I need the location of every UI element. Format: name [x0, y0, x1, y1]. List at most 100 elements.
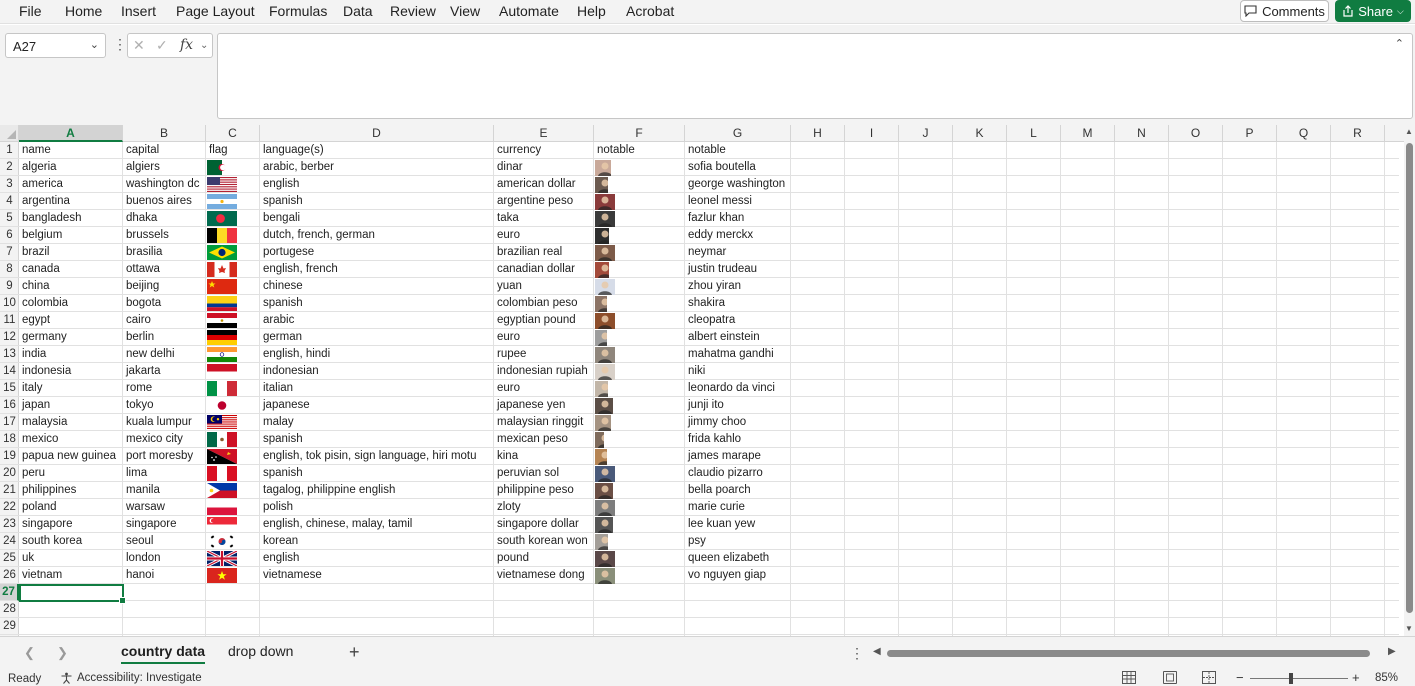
more-options-icon[interactable]: ⋮	[113, 36, 127, 53]
cell-notable[interactable]: psy	[685, 533, 791, 550]
column-header-e[interactable]: E	[494, 125, 594, 142]
notable-photo-image[interactable]	[595, 296, 607, 312]
cell-capital[interactable]: lima	[123, 465, 206, 482]
notable-photo-image[interactable]	[595, 245, 621, 261]
cell-capital[interactable]: kuala lumpur	[123, 414, 206, 431]
cell-capital[interactable]: ottawa	[123, 261, 206, 278]
row-header-7[interactable]: 7	[0, 244, 19, 261]
notable-photo-image[interactable]	[595, 381, 608, 397]
cell-name[interactable]: canada	[19, 261, 123, 278]
cell-notable[interactable]: queen elizabeth	[685, 550, 791, 567]
cell-notable[interactable]: junji ito	[685, 397, 791, 414]
flag-algeria-image[interactable]	[207, 160, 237, 178]
notable-photo-image[interactable]	[595, 432, 604, 448]
cell-currency[interactable]: indonesian rupiah	[494, 363, 594, 380]
cell-currency[interactable]: malaysian ringgit	[494, 414, 594, 431]
column-header-c[interactable]: C	[206, 125, 260, 142]
menu-insert[interactable]: Insert	[121, 3, 156, 19]
header-cell-a[interactable]: name	[19, 142, 123, 159]
cell-notable[interactable]: neymar	[685, 244, 791, 261]
cell-notable[interactable]: marie curie	[685, 499, 791, 516]
cell-language[interactable]: spanish	[260, 295, 494, 312]
select-all-button[interactable]	[0, 125, 19, 142]
cell-language[interactable]: arabic	[260, 312, 494, 329]
cell-name[interactable]: poland	[19, 499, 123, 516]
cell-name[interactable]: malaysia	[19, 414, 123, 431]
cell-currency[interactable]: euro	[494, 329, 594, 346]
cell-currency[interactable]: egyptian pound	[494, 312, 594, 329]
row-header-2[interactable]: 2	[0, 159, 19, 176]
cell-name[interactable]: indonesia	[19, 363, 123, 380]
scroll-up-arrow-icon[interactable]: ▲	[1405, 127, 1413, 136]
cell-capital[interactable]: brasilia	[123, 244, 206, 261]
notable-photo-image[interactable]	[595, 279, 624, 295]
column-header-q[interactable]: Q	[1277, 125, 1331, 142]
cell-name[interactable]: egypt	[19, 312, 123, 329]
flag-uk-image[interactable]	[207, 551, 237, 569]
cell-name[interactable]: america	[19, 176, 123, 193]
cell-notable[interactable]: eddy merckx	[685, 227, 791, 244]
cell-currency[interactable]: peruvian sol	[494, 465, 594, 482]
row-header-25[interactable]: 25	[0, 550, 19, 567]
cell-language[interactable]: english, tok pisin, sign language, hiri …	[260, 448, 494, 465]
row-header-8[interactable]: 8	[0, 261, 19, 278]
menu-file[interactable]: File	[19, 3, 42, 19]
cell-notable[interactable]: shakira	[685, 295, 791, 312]
notable-photo-image[interactable]	[595, 517, 613, 533]
cell-capital[interactable]: tokyo	[123, 397, 206, 414]
chevron-down-icon[interactable]: ⌄	[90, 38, 99, 51]
notable-photo-image[interactable]	[595, 500, 621, 516]
column-header-b[interactable]: B	[123, 125, 206, 142]
insert-function-icon[interactable]: fx	[180, 37, 193, 53]
flag-india-image[interactable]	[207, 347, 237, 365]
formula-input[interactable]: ⌃	[217, 33, 1413, 119]
column-header-n[interactable]: N	[1115, 125, 1169, 142]
flag-indonesia-image[interactable]	[207, 364, 237, 382]
cell-notable[interactable]: sofia boutella	[685, 159, 791, 176]
flag-south-korea-image[interactable]	[207, 534, 237, 552]
chevron-down-icon[interactable]: ⌄	[200, 40, 208, 51]
cell-currency[interactable]: canadian dollar	[494, 261, 594, 278]
cell-name[interactable]: philippines	[19, 482, 123, 499]
cell-notable[interactable]: zhou yiran	[685, 278, 791, 295]
cell-currency[interactable]: kina	[494, 448, 594, 465]
row-header-3[interactable]: 3	[0, 176, 19, 193]
cell-notable[interactable]: niki	[685, 363, 791, 380]
flag-germany-image[interactable]	[207, 330, 237, 348]
prev-sheet-icon[interactable]: ❮	[24, 645, 35, 661]
tab-drop-down[interactable]: drop down	[228, 643, 293, 659]
flag-singapore-image[interactable]	[207, 517, 237, 535]
cell-language[interactable]: arabic, berber	[260, 159, 494, 176]
notable-photo-image[interactable]	[595, 211, 621, 227]
cell-language[interactable]: malay	[260, 414, 494, 431]
vertical-scrollbar[interactable]: ▲ ▼	[1404, 125, 1415, 636]
cell-capital[interactable]: new delhi	[123, 346, 206, 363]
cell-notable[interactable]: justin trudeau	[685, 261, 791, 278]
cell-currency[interactable]: yuan	[494, 278, 594, 295]
notable-photo-image[interactable]	[595, 398, 613, 414]
notable-photo-image[interactable]	[595, 483, 613, 499]
column-header-p[interactable]: P	[1223, 125, 1277, 142]
cell-language[interactable]: portugese	[260, 244, 494, 261]
cell-language[interactable]: english	[260, 176, 494, 193]
cell-language[interactable]: spanish	[260, 465, 494, 482]
cell-capital[interactable]: jakarta	[123, 363, 206, 380]
cell-name[interactable]: singapore	[19, 516, 123, 533]
cell-language[interactable]: german	[260, 329, 494, 346]
flag-usa-image[interactable]	[207, 177, 237, 195]
cell-language[interactable]: english, hindi	[260, 346, 494, 363]
notable-photo-image[interactable]	[595, 534, 608, 550]
cell-capital[interactable]: washington dc	[123, 176, 206, 193]
cell-language[interactable]: italian	[260, 380, 494, 397]
flag-belgium-image[interactable]	[207, 228, 237, 246]
cell-notable[interactable]: vo nguyen giap	[685, 567, 791, 584]
cell-name[interactable]: vietnam	[19, 567, 123, 584]
cell-capital[interactable]: london	[123, 550, 206, 567]
flag-argentina-image[interactable]	[207, 194, 237, 212]
row-header-11[interactable]: 11	[0, 312, 19, 329]
cell-language[interactable]: dutch, french, german	[260, 227, 494, 244]
menu-page-layout[interactable]: Page Layout	[176, 3, 255, 19]
cell-currency[interactable]: taka	[494, 210, 594, 227]
scroll-right-arrow-icon[interactable]: ▶	[1388, 646, 1396, 657]
cell-capital[interactable]: algiers	[123, 159, 206, 176]
